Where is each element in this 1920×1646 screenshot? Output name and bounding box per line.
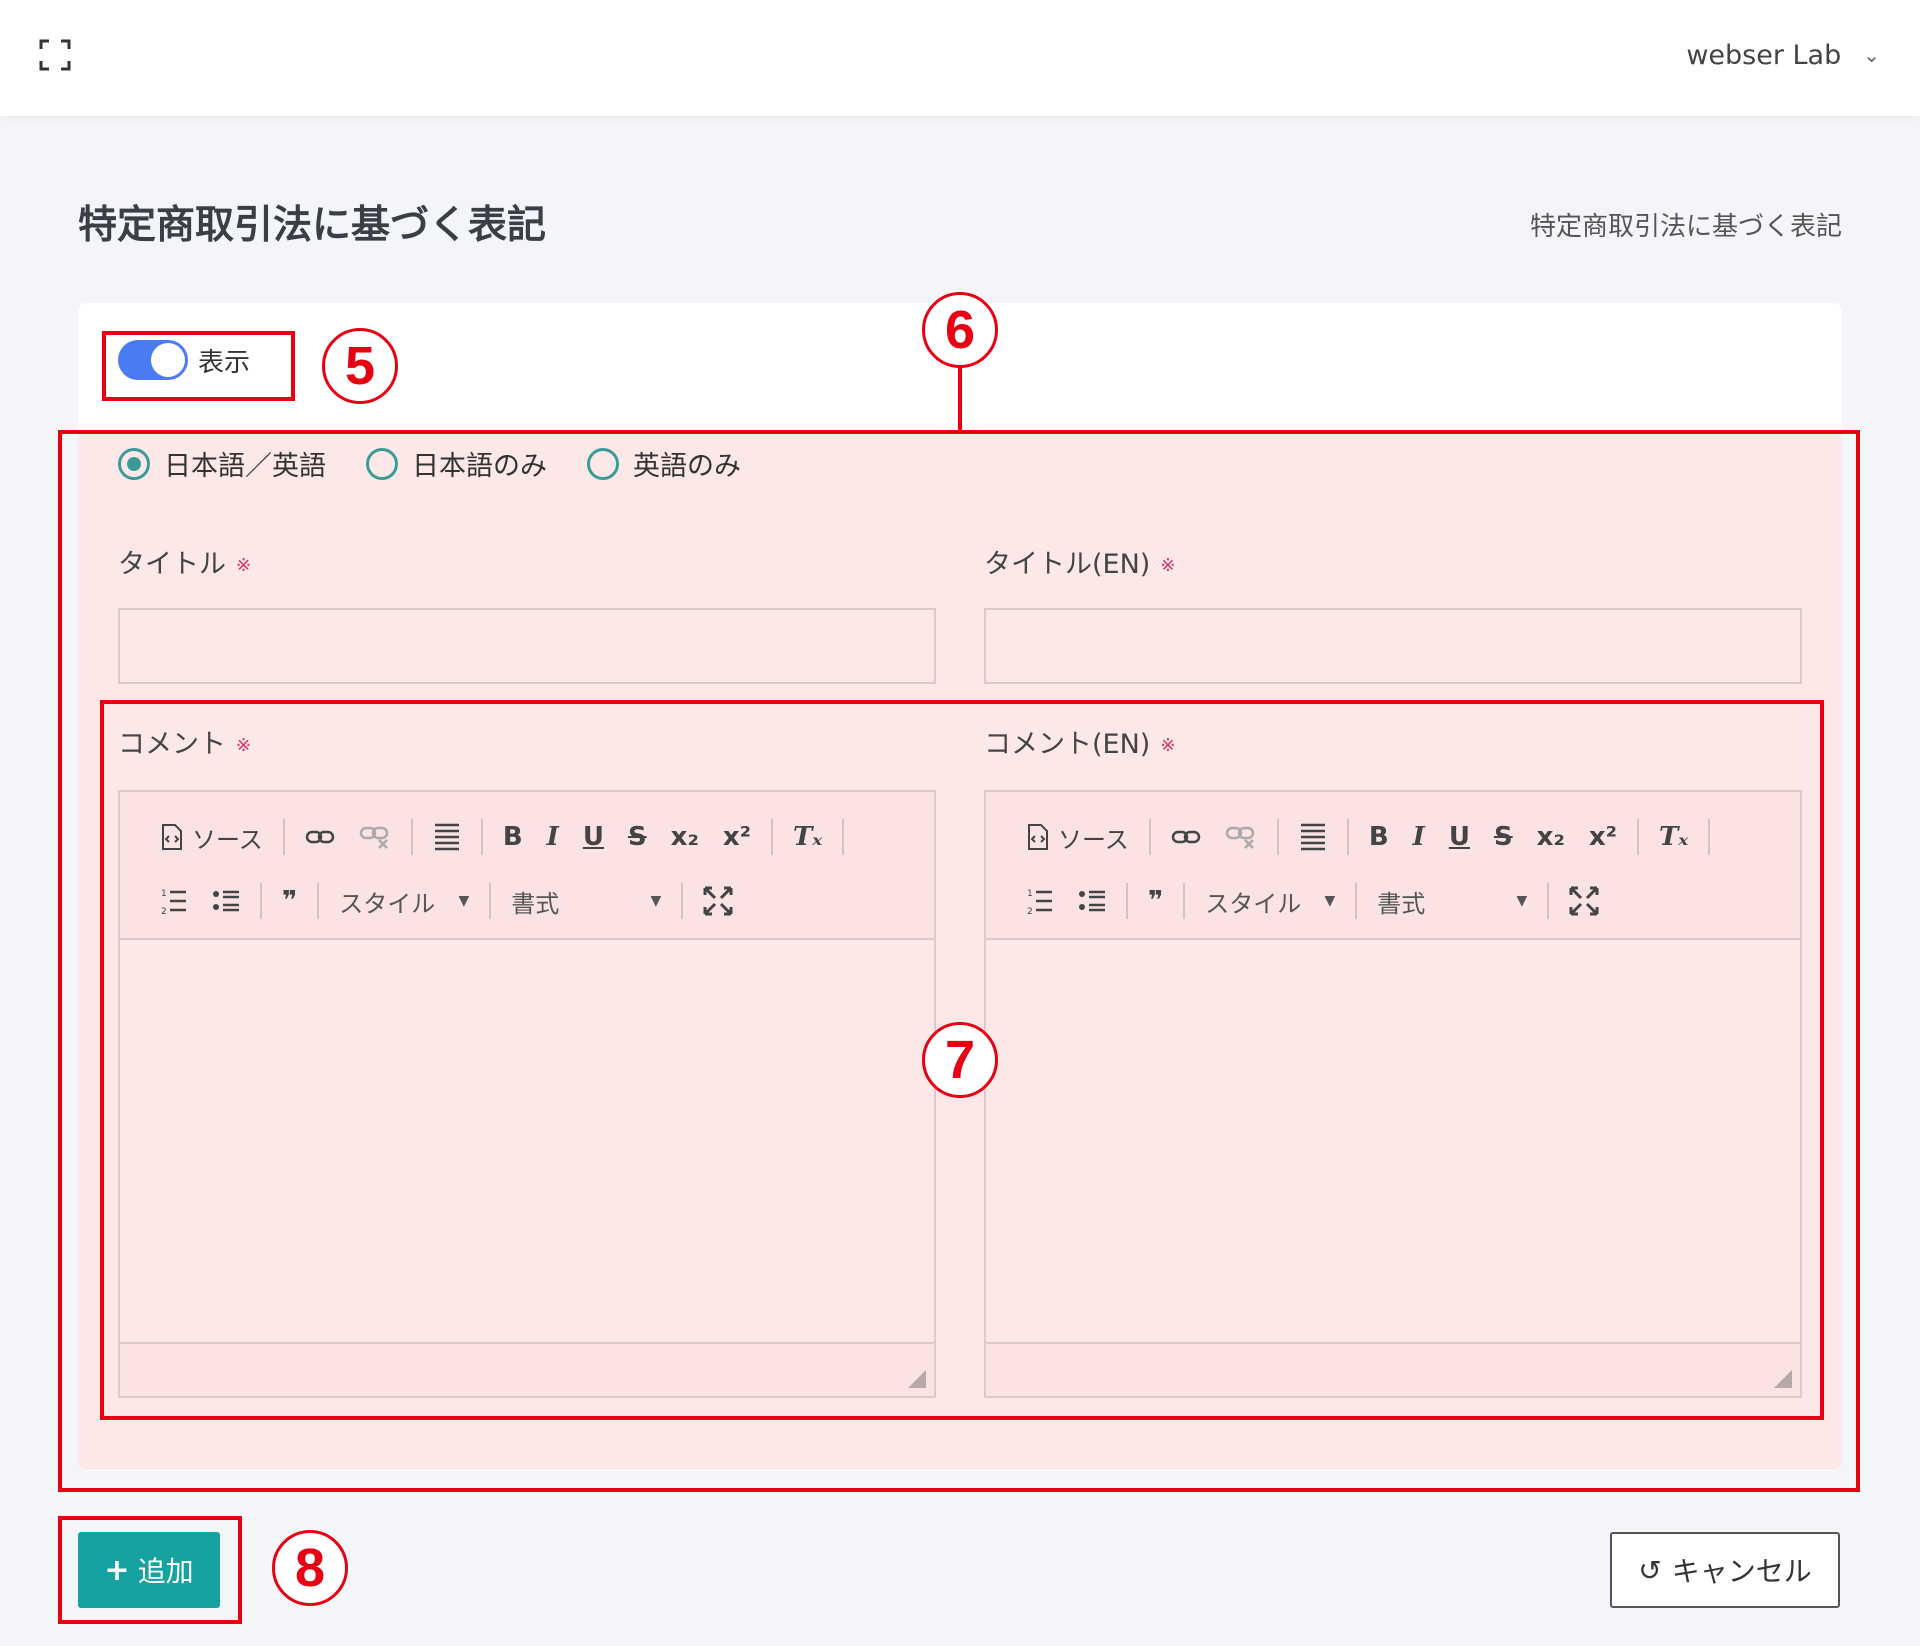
annotation-number-5: 5 [322, 328, 398, 404]
cancel-button-label: キャンセル [1671, 1555, 1812, 1588]
cancel-button[interactable]: ↺ キャンセル [1610, 1532, 1840, 1608]
page-title: 特定商取引法に基づく表記 [78, 203, 547, 248]
plus-icon: + [104, 1552, 130, 1588]
annotation-number-6: 6 [922, 292, 998, 368]
annotation-box-5 [102, 331, 295, 401]
user-name: webser Lab [1686, 39, 1842, 71]
fullscreen-icon[interactable] [38, 38, 72, 72]
add-button[interactable]: + 追加 [78, 1532, 220, 1608]
breadcrumb[interactable]: 特定商取引法に基づく表記 [1530, 206, 1842, 243]
undo-icon: ↺ [1638, 1553, 1662, 1587]
chevron-down-icon: ⌄ [1863, 43, 1880, 67]
user-menu[interactable]: webser Lab ⌄ [1686, 32, 1880, 78]
annotation-number-8: 8 [272, 1530, 348, 1606]
top-bar: webser Lab ⌄ [0, 0, 1920, 116]
annotation-line-6 [958, 368, 962, 430]
annotation-number-7: 7 [922, 1022, 998, 1098]
add-button-label: 追加 [137, 1555, 194, 1588]
